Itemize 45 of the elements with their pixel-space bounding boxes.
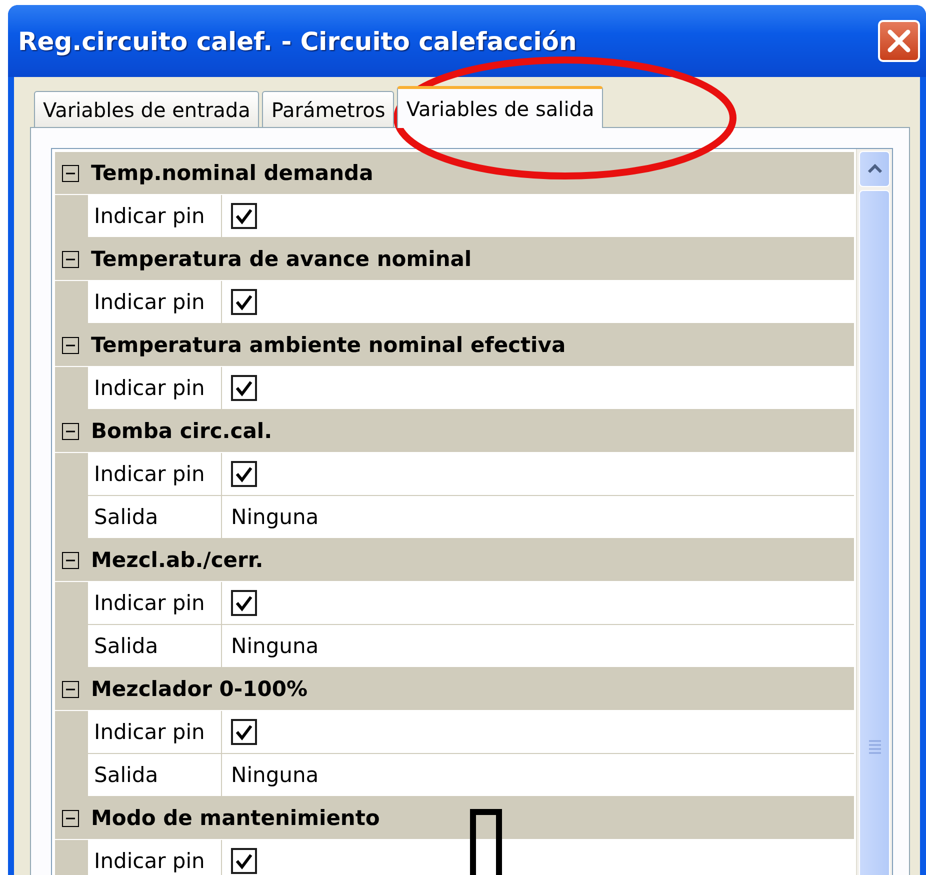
property-label: Indicar pin bbox=[88, 453, 222, 495]
property-label: Indicar pin bbox=[88, 367, 222, 409]
scroll-thumb[interactable] bbox=[859, 190, 890, 875]
collapse-icon[interactable] bbox=[62, 250, 79, 268]
property-label: Indicar pin bbox=[88, 582, 222, 624]
section-title: Mezclador 0-100% bbox=[91, 677, 308, 701]
property-label: Salida bbox=[88, 625, 222, 667]
property-label: Salida bbox=[88, 754, 222, 796]
property-label: Indicar pin bbox=[88, 281, 222, 323]
section-title: Temperatura ambiente nominal efectiva bbox=[91, 333, 566, 357]
checkbox[interactable] bbox=[231, 289, 257, 315]
close-button[interactable] bbox=[878, 20, 920, 62]
collapse-icon[interactable] bbox=[62, 810, 79, 826]
collapse-icon[interactable] bbox=[62, 680, 79, 698]
checkbox[interactable] bbox=[231, 461, 257, 487]
chevron-up-icon bbox=[866, 164, 882, 174]
section-title: Mezcl.ab./cerr. bbox=[91, 548, 264, 572]
property-value: Ninguna bbox=[222, 625, 854, 667]
collapse-icon[interactable] bbox=[62, 552, 79, 568]
property-label: Indicar pin bbox=[88, 711, 222, 753]
tab[interactable]: Variables de entrada bbox=[34, 91, 260, 127]
tab[interactable]: Variables de salida bbox=[397, 86, 604, 128]
section-title: Bomba circ.cal. bbox=[91, 419, 272, 443]
checkbox[interactable] bbox=[231, 719, 257, 745]
grip-icon bbox=[868, 738, 882, 754]
property-value: Ninguna bbox=[222, 754, 854, 796]
scrollbar[interactable] bbox=[856, 149, 892, 875]
section-title: Temp.nominal demanda bbox=[91, 161, 374, 185]
section-title: Temperatura de avance nominal bbox=[91, 247, 472, 271]
collapse-icon[interactable] bbox=[62, 422, 79, 440]
checkbox[interactable] bbox=[231, 375, 257, 401]
collapse-icon[interactable] bbox=[62, 164, 79, 182]
window-title: Reg.circuito calef. - Circuito calefacción bbox=[18, 26, 577, 56]
section-title: Modo de mantenimiento bbox=[91, 806, 380, 830]
checkbox[interactable] bbox=[231, 590, 257, 616]
close-icon bbox=[886, 28, 912, 54]
checkbox[interactable] bbox=[231, 848, 257, 874]
property-label: Indicar pin bbox=[88, 840, 222, 875]
checkbox[interactable] bbox=[231, 203, 257, 229]
collapse-icon[interactable] bbox=[62, 336, 79, 354]
property-value: Ninguna bbox=[222, 496, 854, 538]
scroll-up-button[interactable] bbox=[859, 151, 890, 187]
property-label: Salida bbox=[88, 496, 222, 538]
property-label: Indicar pin bbox=[88, 195, 222, 237]
tab[interactable]: Parámetros bbox=[262, 91, 394, 127]
